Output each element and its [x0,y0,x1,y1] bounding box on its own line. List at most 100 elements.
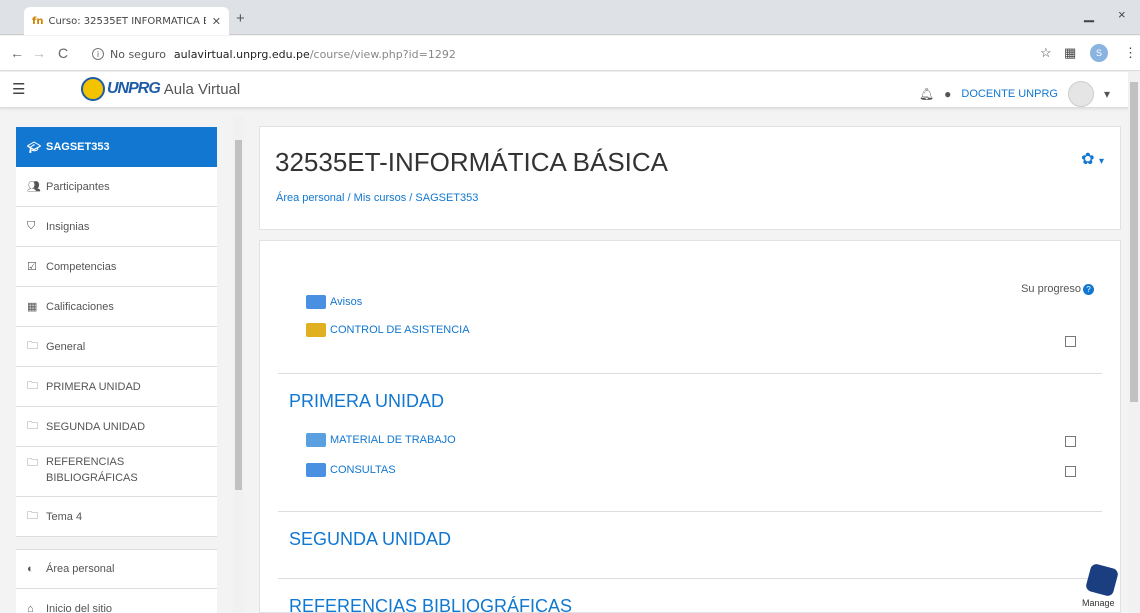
breadcrumb: Área personal / Mis cursos / SAGSET353 [276,192,479,204]
user-avatar[interactable] [1067,81,1094,107]
drawer-item-calificaciones[interactable]: ▦ Calificaciones [16,287,217,327]
section-divider [278,511,1102,512]
url-field[interactable]: i No seguro aulavirtual.unprg.edu.pe/cou… [92,44,1072,64]
drawer-item-label: Área personal [46,563,115,575]
drawer-item-referencias[interactable]: 🗀︎ REFERENCIAS BIBLIOGRÁFICAS [16,447,217,497]
site-logo[interactable]: UNPRG Aula Virtual [81,77,240,101]
home-icon: ⌂ [27,602,34,613]
activity-label: CONSULTAS [330,464,396,476]
activity-control-asistencia[interactable]: CONTROL DE ASISTENCIA [306,323,470,337]
drawer-item-label: REFERENCIAS BIBLIOGRÁFICAS [46,456,138,484]
drawer-scrollbar-thumb[interactable] [235,140,242,490]
progress-text: Su progreso [1021,283,1081,295]
drawer-item-participantes[interactable]: 👥︎ Participantes [16,167,217,207]
manage-label: Manage [1082,598,1115,608]
drawer-item-tema-4[interactable]: 🗀︎ Tema 4 [16,497,217,537]
breadcrumb-course[interactable]: SAGSET353 [415,192,478,204]
drawer-item-label: General [46,340,86,353]
section-title-referencias[interactable]: REFERENCIAS BIBLIOGRÁFICAS [289,596,572,612]
activity-material-trabajo[interactable]: MATERIAL DE TRABAJO [306,433,456,447]
url-path: /course/view.php?id=1292 [309,47,456,61]
activity-consultas[interactable]: CONSULTAS [306,463,396,477]
site-navbar: ☰ UNPRG Aula Virtual 🔔︎ ● DOCENTE UNPRG … [0,72,1140,108]
breadcrumb-area-personal[interactable]: Área personal [276,192,345,204]
bookmark-star-icon[interactable]: ☆ [1040,45,1052,61]
page-scrollbar-thumb[interactable] [1130,82,1138,402]
activity-label: Avisos [330,296,363,308]
url-host: aulavirtual.unprg.edu.pe [173,47,310,61]
drawer-item-course[interactable]: 🎓︎ SAGSET353 [16,127,217,167]
shield-icon: ⛉ [27,220,36,232]
security-text: No seguro [110,47,166,61]
breadcrumb-mis-cursos[interactable]: Mis cursos [354,192,407,204]
browser-tab-bar: fn Curso: 32535ET INFORMÁTICA B ✕ + ▁ × [0,0,1140,35]
user-area: 🔔︎ ● DOCENTE UNPRG ▾ [919,81,1110,107]
drawer-item-general[interactable]: 🗀︎ General [16,327,217,367]
new-tab-button[interactable]: + [236,10,245,27]
section-title-segunda-unidad[interactable]: SEGUNDA UNIDAD [289,529,451,550]
drawer-item-area-personal[interactable]: ◐ Área personal [16,549,217,589]
drawer-item-label: Competencias [46,260,117,273]
course-settings-gear-icon[interactable]: ✿ ▾ [1081,149,1104,169]
activity-label: MATERIAL DE TRABAJO [330,434,456,446]
site-favicon-icon: fn [32,15,44,27]
minimize-button[interactable]: ▁ [1084,7,1094,23]
folder-icon: 🗀︎ [27,340,38,352]
page-scrollbar[interactable] [1128,72,1140,613]
browser-menu-icon[interactable]: ⋮ [1124,45,1137,61]
drawer-item-label: Tema 4 [46,510,83,523]
user-menu-chevron-down-icon[interactable]: ▾ [1104,87,1110,101]
drawer-item-label: Calificaciones [46,300,114,313]
nav-drawer: 🎓︎ SAGSET353 👥︎ Participantes ⛉ Insignias ☑… [16,127,217,613]
section-title-primera-unidad[interactable]: PRIMERA UNIDAD [289,391,444,412]
forum-icon [306,295,326,309]
user-name[interactable]: DOCENTE UNPRG [961,88,1058,100]
folder-icon: 🗀︎ [27,510,38,522]
notification-bell-icon[interactable]: 🔔︎ [919,87,934,101]
folder-resource-icon [306,433,326,447]
completion-checkbox[interactable] [1065,466,1076,477]
page-header: 32535ET-INFORMÁTICA BÁSICA Área personal… [259,126,1121,230]
drawer-item-label: Insignias [46,220,90,233]
graduation-cap-icon: 🎓︎ [27,141,41,154]
reload-button[interactable]: C [58,45,68,61]
drawer-item-segunda-unidad[interactable]: 🗀︎ SEGUNDA UNIDAD [16,407,217,447]
messages-icon[interactable]: ● [944,87,951,101]
completion-checkbox[interactable] [1065,436,1076,447]
hamburger-menu-icon[interactable]: ☰ [12,80,30,98]
drawer-item-inicio-sitio[interactable]: ⌂ Inicio del sitio [16,589,217,613]
drawer-scrollbar[interactable] [233,115,244,613]
drawer-item-insignias[interactable]: ⛉ Insignias [16,207,217,247]
university-seal-icon [81,77,105,101]
drawer-item-competencias[interactable]: ☑ Competencias [16,247,217,287]
tab-close-icon[interactable]: ✕ [212,15,221,28]
course-content: Su progreso? Avisos CONTROL DE ASISTENCI… [259,240,1121,613]
help-icon[interactable]: ? [1083,284,1094,295]
tachometer-icon: ◐ [27,563,34,575]
activity-label: CONTROL DE ASISTENCIA [330,324,470,336]
drawer-item-label: Inicio del sitio [46,602,113,613]
activity-avisos[interactable]: Avisos [306,295,362,309]
site-name: Aula Virtual [163,80,241,98]
forward-button[interactable]: → [32,45,46,61]
forum-icon [306,463,326,477]
extension-icon[interactable]: ▦ [1064,45,1076,61]
browser-tab[interactable]: fn Curso: 32535ET INFORMÁTICA B ✕ [24,7,229,35]
section-divider [278,373,1102,374]
profile-avatar[interactable]: S [1090,44,1108,62]
check-square-icon: ☑ [27,261,37,273]
back-button[interactable]: ← [10,45,24,61]
tab-title: Curso: 32535ET INFORMÁTICA B [48,15,206,27]
drawer-divider [16,537,217,549]
manage-widget[interactable]: Manage [1078,560,1134,613]
window-close-button[interactable]: × [1118,7,1126,22]
completion-checkbox[interactable] [1065,336,1076,347]
manage-logo-icon [1084,562,1120,598]
drawer-item-label: SEGUNDA UNIDAD [46,420,146,433]
address-bar-row: ← → C i No seguro aulavirtual.unprg.edu.… [0,36,1140,71]
drawer-item-primera-unidad[interactable]: 🗀︎ PRIMERA UNIDAD [16,367,217,407]
folder-icon: 🗀︎ [27,420,38,432]
brand-text: UNPRG [107,80,161,97]
info-icon[interactable]: i [92,48,104,60]
drawer-item-label: Participantes [46,180,110,193]
